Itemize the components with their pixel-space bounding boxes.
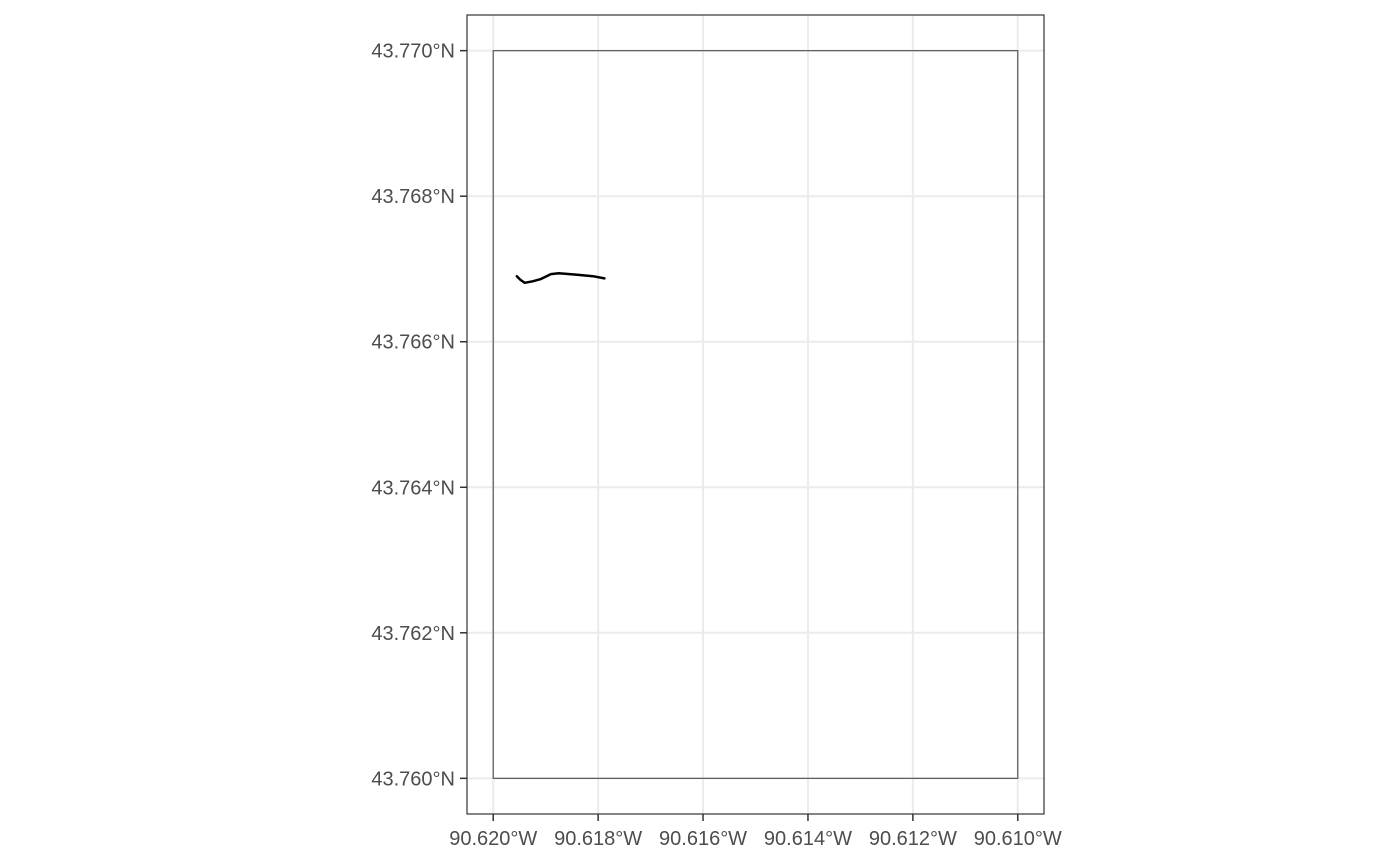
grid-lines: [467, 15, 1044, 814]
y-tick-label: 43.762°N: [371, 623, 455, 645]
stream-line-feature: [515, 272, 606, 285]
y-tick-label: 43.766°N: [371, 332, 455, 354]
bounding-box-polygon: [492, 50, 1019, 779]
y-tick-label: 43.760°N: [371, 768, 455, 790]
x-tick-label: 90.610°W: [974, 828, 1062, 850]
x-tick-label: 90.614°W: [764, 828, 852, 850]
x-tick-label: 90.616°W: [659, 828, 747, 850]
x-tick-label: 90.620°W: [449, 828, 537, 850]
y-tick-label: 43.764°N: [371, 477, 455, 499]
axis-labels: 90.620°W 90.618°W 90.616°W 90.614°W 90.612°W…: [371, 41, 1062, 850]
x-tick-label: 90.618°W: [554, 828, 642, 850]
y-tick-label: 43.770°N: [371, 41, 455, 63]
panel-border: [466, 14, 1045, 815]
y-tick-label: 43.768°N: [371, 186, 455, 208]
map-plot: 90.620°W 90.618°W 90.616°W 90.614°W 90.612°W…: [371, 14, 1062, 850]
axis-ticks: [460, 49, 1019, 821]
map-features: [492, 50, 1019, 779]
x-tick-label: 90.612°W: [869, 828, 957, 850]
